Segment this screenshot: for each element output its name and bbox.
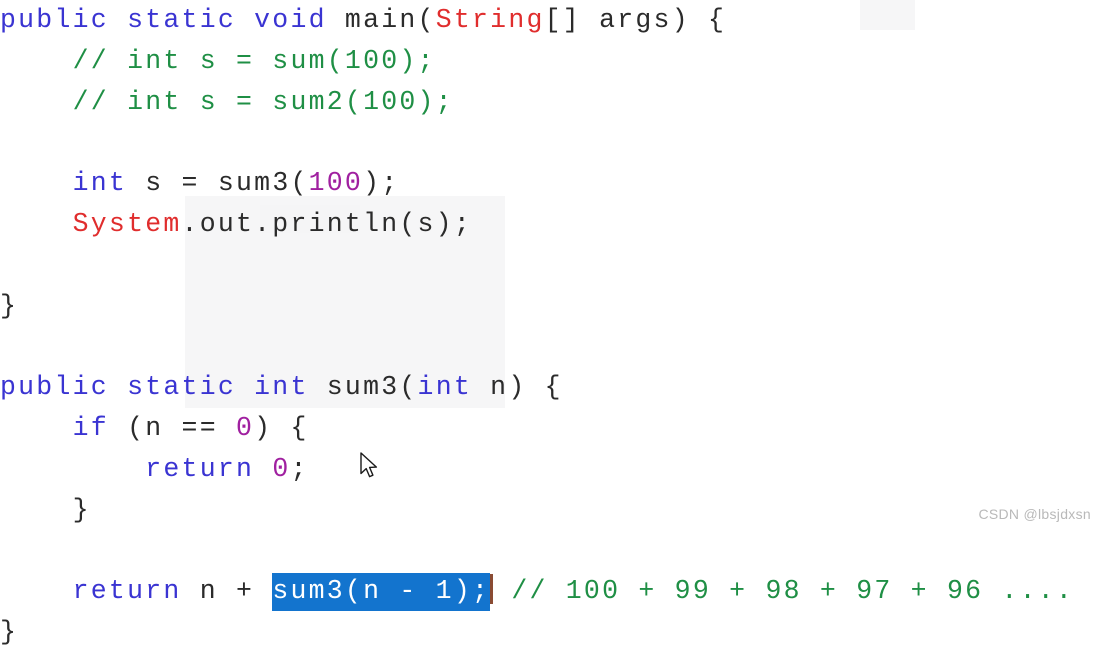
code-keyword: public bbox=[0, 5, 109, 35]
code-line[interactable]: return n + sum3(n - 1); // 100 + 99 + 98… bbox=[0, 571, 1103, 612]
code-keyword: if bbox=[72, 412, 109, 443]
code-number: 100 bbox=[308, 168, 364, 199]
code-line[interactable]: return 0; bbox=[0, 449, 1103, 490]
code-line[interactable] bbox=[0, 245, 1103, 286]
code-keyword: void bbox=[254, 5, 327, 35]
code-text-area[interactable]: public static void main(String[] args) {… bbox=[0, 0, 1103, 653]
code-token: } bbox=[0, 494, 91, 525]
code-line[interactable] bbox=[0, 122, 1103, 163]
code-comment: // int s = sum2(100); bbox=[72, 86, 454, 117]
code-keyword: static bbox=[127, 372, 236, 403]
code-token: } bbox=[0, 616, 19, 647]
code-token: ) { bbox=[254, 412, 309, 443]
code-line[interactable]: // int s = sum2(100); bbox=[0, 82, 1103, 123]
code-token: [] args) { bbox=[544, 5, 727, 35]
code-number: 0 bbox=[272, 453, 291, 484]
code-line[interactable] bbox=[0, 530, 1103, 571]
code-line[interactable]: } bbox=[0, 490, 1103, 531]
code-editor-surface[interactable]: public static void main(String[] args) {… bbox=[0, 0, 1103, 647]
code-token: s = sum3( bbox=[127, 168, 309, 199]
code-type: String bbox=[435, 5, 545, 35]
code-line[interactable]: System.out.println(s); bbox=[0, 204, 1103, 245]
code-keyword: return bbox=[145, 453, 255, 484]
code-keyword: return bbox=[72, 576, 182, 607]
code-line[interactable]: // int s = sum(100); bbox=[0, 41, 1103, 82]
code-token: n + bbox=[181, 576, 273, 607]
code-comment: // int s = sum(100); bbox=[72, 45, 436, 76]
code-line[interactable]: public static int sum3(int n) { bbox=[0, 367, 1103, 408]
code-number: 0 bbox=[236, 412, 255, 443]
code-token: } bbox=[0, 290, 19, 321]
code-line[interactable]: } bbox=[0, 286, 1103, 327]
code-comment: // 100 + 99 + 98 + 97 + 96 .... bbox=[511, 576, 1075, 607]
code-line[interactable]: int s = sum3(100); bbox=[0, 163, 1103, 204]
code-token: (n == bbox=[108, 412, 237, 443]
code-token: .out.println(s); bbox=[181, 208, 472, 239]
code-token: ); bbox=[363, 168, 400, 199]
code-token: ; bbox=[290, 453, 309, 484]
code-keyword: int bbox=[72, 168, 128, 199]
code-keyword: public bbox=[0, 372, 109, 403]
selected-text[interactable]: sum3(n - 1); bbox=[272, 573, 491, 612]
code-keyword: int bbox=[254, 372, 309, 403]
code-type: System bbox=[72, 208, 182, 239]
code-token: sum3( bbox=[308, 372, 418, 403]
code-line[interactable]: } bbox=[0, 612, 1103, 653]
code-line[interactable]: if (n == 0) { bbox=[0, 408, 1103, 449]
csdn-watermark: CSDN @lbsjdxsn bbox=[978, 506, 1091, 522]
code-keyword: static bbox=[127, 5, 236, 35]
code-token: n) { bbox=[472, 372, 563, 403]
code-token: main( bbox=[326, 5, 436, 35]
code-line[interactable]: public static void main(String[] args) { bbox=[0, 0, 1103, 41]
code-line[interactable] bbox=[0, 326, 1103, 367]
code-keyword: int bbox=[417, 372, 473, 403]
